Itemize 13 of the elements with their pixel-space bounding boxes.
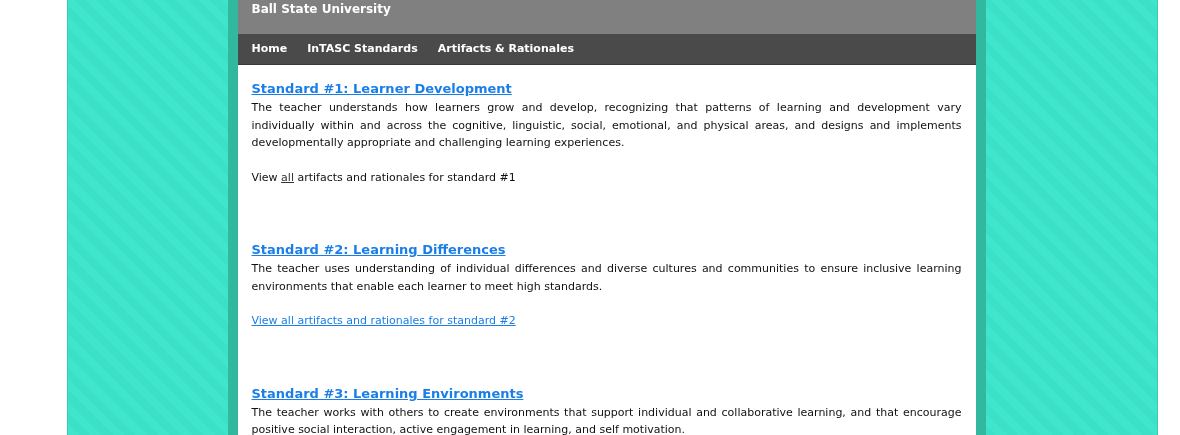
standard-title-link[interactable]: Standard #1: Learner Development bbox=[251, 81, 512, 96]
standard-title-link[interactable]: Standard #3: Learning Environments bbox=[251, 385, 524, 401]
nav-link[interactable]: Home bbox=[241, 34, 298, 64]
nav-link[interactable]: Artifacts & Rationales bbox=[427, 34, 584, 64]
site-title: Ball State University bbox=[251, 2, 391, 16]
standard-description: The teacher works with others to create environments that support individual and collaborative learning, and that encourage positive social interaction, active engagement in learning, and self motivation. bbox=[251, 404, 962, 435]
standard-title-link[interactable]: Standard #2: Learning Differences bbox=[251, 242, 506, 257]
standard-description: The teacher uses understanding of individual differences and diverse cultures and communities to ensure inclusive learning environments that enable each learner to meet high standards. bbox=[251, 261, 962, 295]
view-artifacts-text: View all artifacts and rationales for standard #1 bbox=[251, 169, 517, 186]
view-artifacts-link[interactable]: View all artifacts and rationales for standard #2 bbox=[251, 314, 516, 327]
nav-link[interactable]: InTASC Standards bbox=[297, 34, 428, 64]
all-link[interactable]: all bbox=[281, 170, 294, 184]
standard-description: The teacher understands how learners grow and develop, recognizing that patterns of learning and development vary individually within and across the cognitive, linguistic, social, emotional, and physical areas, and designs and implements developmentally appropriate and challenging learning experiences. bbox=[251, 100, 962, 151]
